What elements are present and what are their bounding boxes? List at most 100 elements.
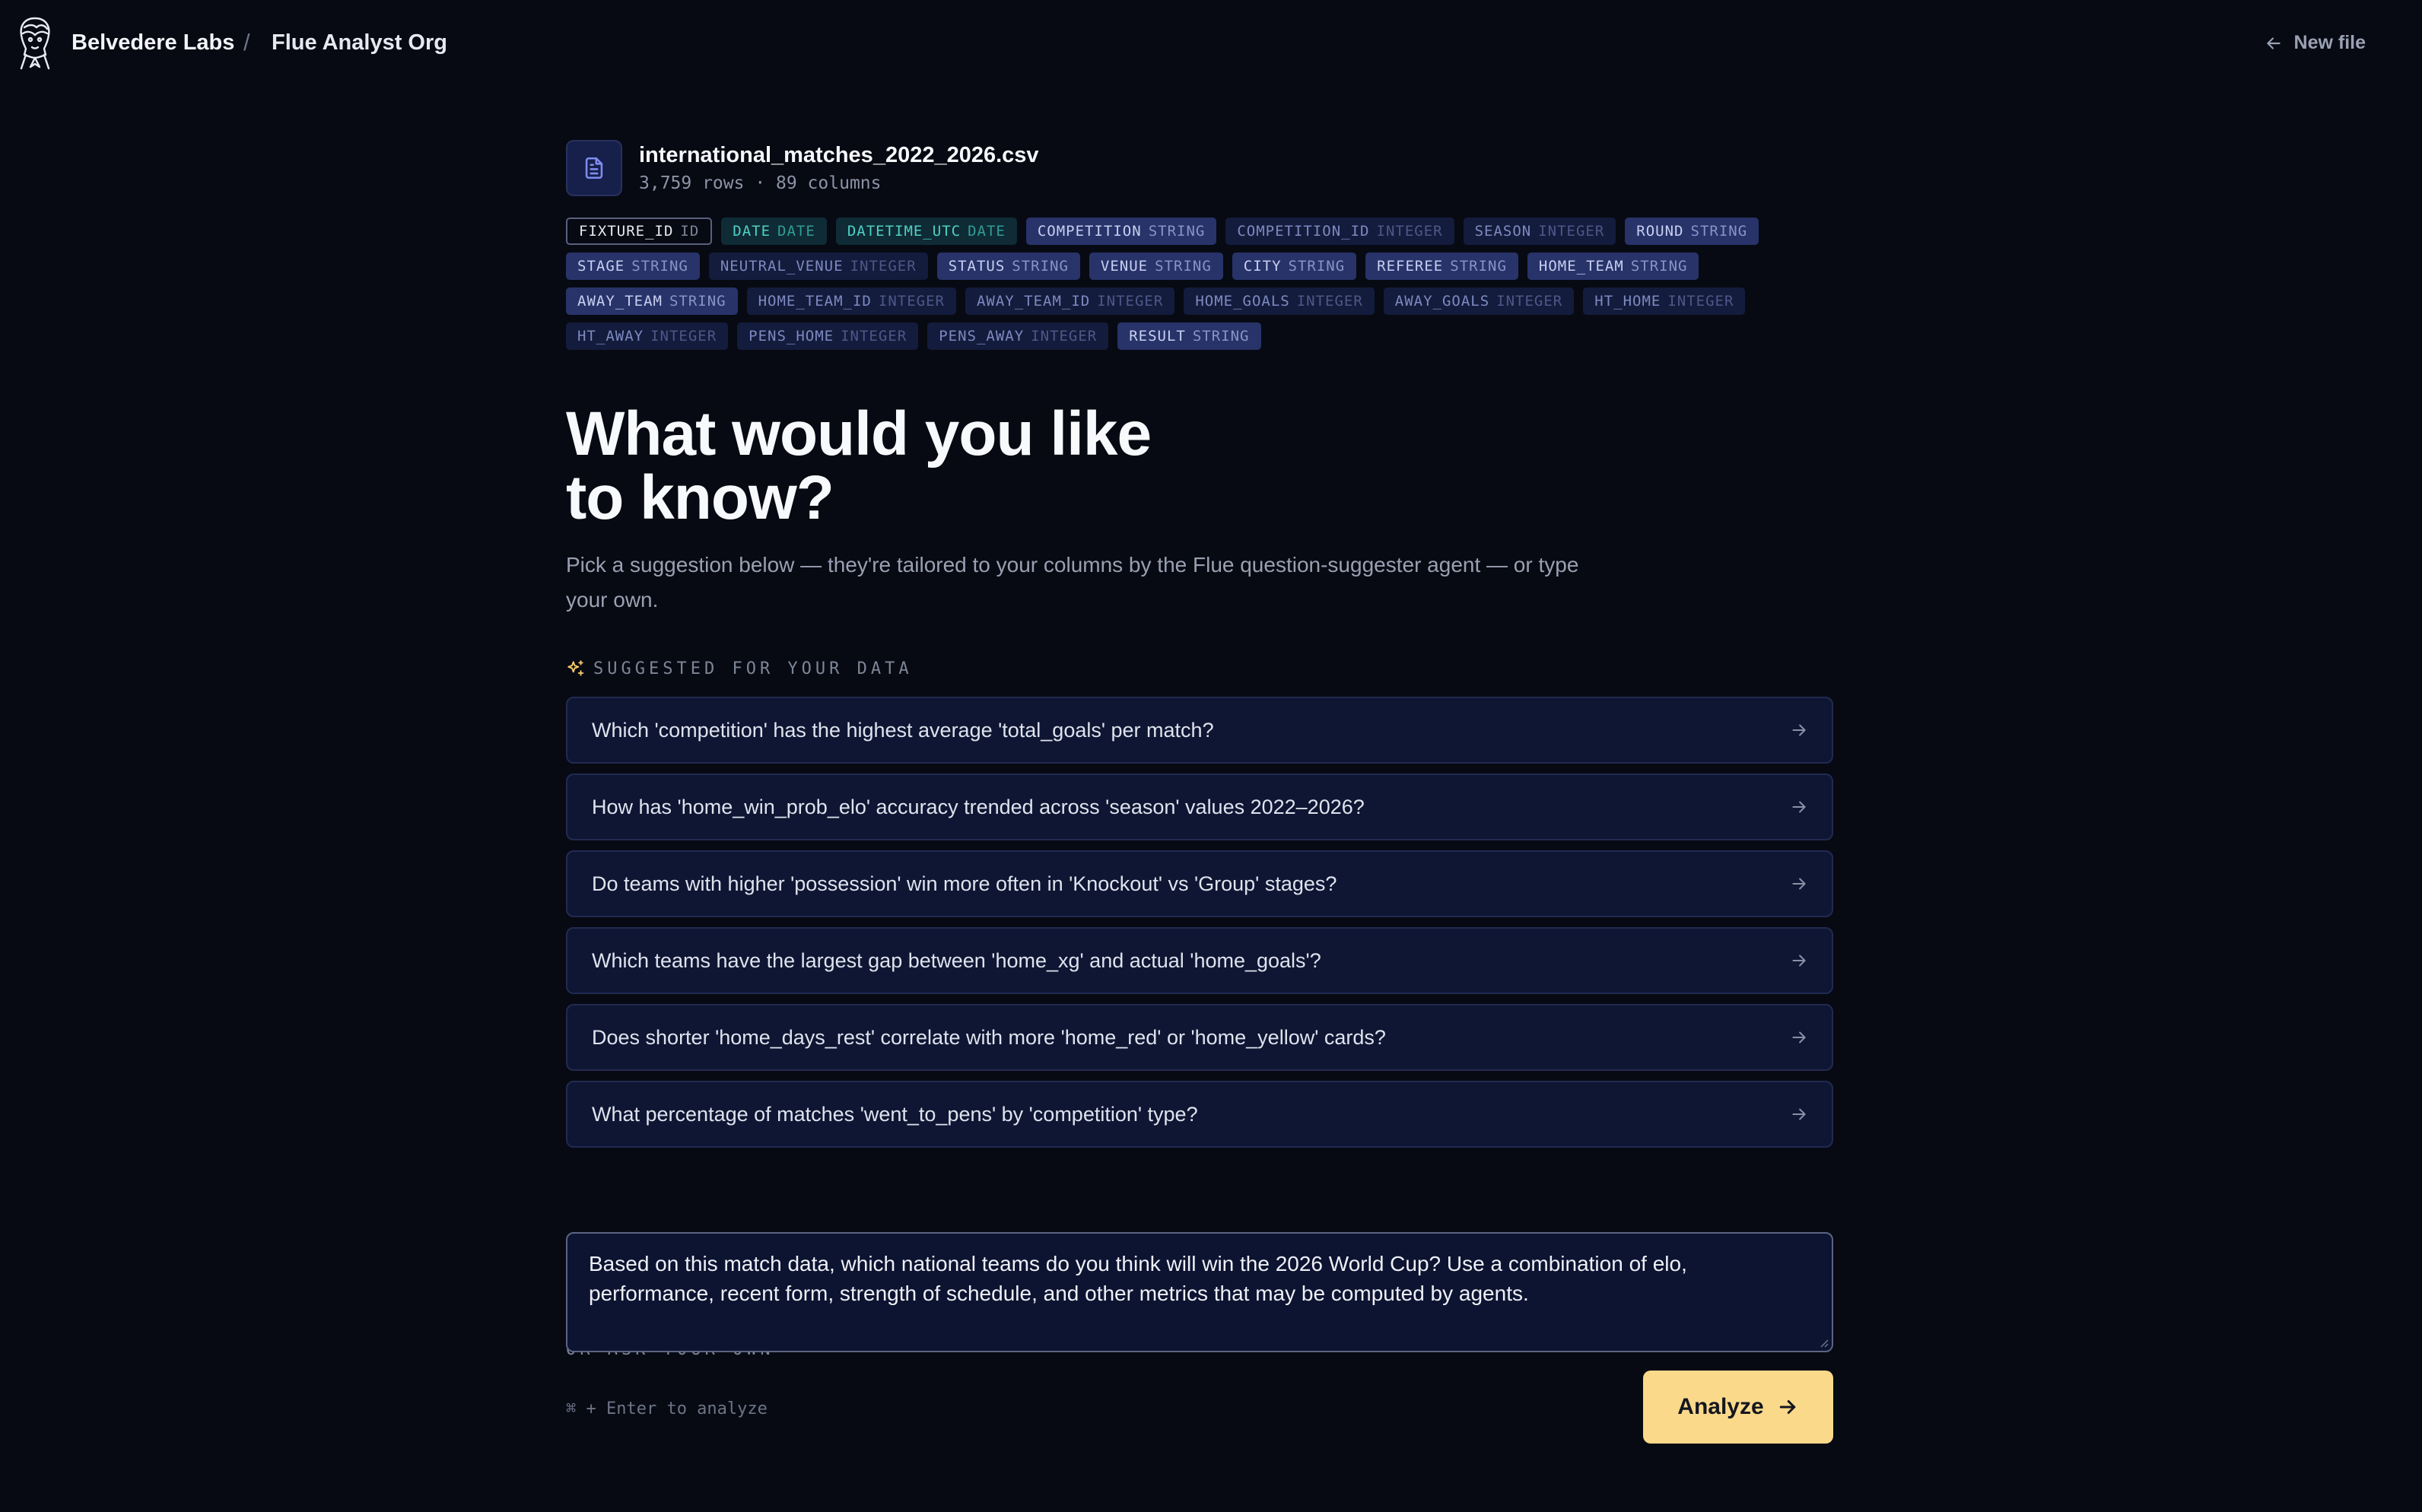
- column-name: VENUE: [1100, 258, 1149, 275]
- column-chip[interactable]: STATUS STRING: [936, 253, 1080, 280]
- column-chip[interactable]: HOME_GOALS INTEGER: [1184, 287, 1375, 315]
- new-file-label: New file: [2293, 32, 2366, 53]
- column-type: INTEGER: [1496, 293, 1563, 310]
- column-type: INTEGER: [650, 328, 717, 345]
- suggestion-text: Which 'competition' has the highest aver…: [592, 719, 1214, 742]
- column-name: HOME_TEAM_ID: [758, 293, 872, 310]
- org-name[interactable]: Belvedere Labs: [72, 30, 234, 56]
- column-name: FIXTURE_ID: [579, 223, 674, 240]
- column-chip[interactable]: AWAY_TEAM STRING: [566, 287, 738, 315]
- analyze-button[interactable]: Analyze: [1643, 1371, 1833, 1444]
- suggestion-card[interactable]: How has 'home_win_prob_elo' accuracy tre…: [566, 773, 1833, 840]
- column-chip[interactable]: HT_AWAY INTEGER: [566, 322, 729, 350]
- analyze-label: Analyze: [1677, 1394, 1764, 1419]
- question-text: Based on this match data, which national…: [589, 1252, 1687, 1305]
- column-type: STRING: [631, 258, 688, 275]
- resize-handle-icon[interactable]: [1818, 1337, 1829, 1348]
- main-content: international_matches_2022_2026.csv 3,75…: [566, 140, 1833, 1444]
- arrow-right-icon: [1792, 955, 1806, 967]
- column-chip[interactable]: PENS_AWAY INTEGER: [927, 322, 1109, 350]
- column-name: AWAY_GOALS: [1394, 293, 1490, 310]
- suggestion-card[interactable]: What percentage of matches 'went_to_pens…: [566, 1081, 1833, 1148]
- arrow-right-icon: [1792, 724, 1806, 736]
- new-file-button[interactable]: New file: [2264, 32, 2366, 54]
- column-type: STRING: [1012, 258, 1069, 275]
- column-chip[interactable]: COMPETITION STRING: [1025, 218, 1217, 245]
- column-name: DATETIME_UTC: [847, 223, 961, 240]
- column-type: INTEGER: [1538, 223, 1605, 240]
- file-header: international_matches_2022_2026.csv 3,75…: [566, 140, 1833, 199]
- suggestion-text: How has 'home_win_prob_elo' accuracy tre…: [592, 796, 1365, 818]
- column-chip[interactable]: RESULT STRING: [1117, 322, 1261, 350]
- column-chip[interactable]: AWAY_GOALS INTEGER: [1383, 287, 1575, 315]
- column-chip[interactable]: CITY STRING: [1232, 253, 1357, 280]
- suggestion-card[interactable]: Does shorter 'home_days_rest' correlate …: [566, 1004, 1833, 1071]
- column-name: SEASON: [1474, 223, 1532, 240]
- column-chip[interactable]: STAGE STRING: [566, 253, 700, 280]
- arrow-left-icon: [2266, 37, 2281, 49]
- column-chip[interactable]: COMPETITION_ID INTEGER: [1225, 218, 1454, 245]
- arrow-right-icon: [1779, 1400, 1795, 1414]
- column-chip[interactable]: ROUND STRING: [1625, 218, 1759, 245]
- column-chip[interactable]: SEASON INTEGER: [1463, 218, 1616, 245]
- column-type: INTEGER: [1667, 293, 1734, 310]
- suggestion-card[interactable]: Do teams with higher 'possession' win mo…: [566, 850, 1833, 917]
- sparkles-icon: [567, 660, 584, 676]
- column-name: HOME_GOALS: [1195, 293, 1290, 310]
- suggestion-card[interactable]: Which teams have the largest gap between…: [566, 927, 1833, 994]
- arrow-right-icon: [1792, 1108, 1806, 1120]
- column-name: ROUND: [1636, 223, 1684, 240]
- column-type: STRING: [1690, 223, 1748, 240]
- column-name: REFEREE: [1377, 258, 1444, 275]
- column-chip[interactable]: DATE DATE: [721, 218, 827, 245]
- column-name: AWAY_TEAM: [577, 293, 663, 310]
- question-textarea[interactable]: Based on this match data, which national…: [566, 1232, 1833, 1352]
- column-chips: FIXTURE_ID ID DATE DATE DATETIME_UTC DATE COMP…: [566, 218, 1833, 350]
- column-name: CITY: [1243, 258, 1282, 275]
- arrow-right-icon: [1792, 878, 1806, 890]
- column-type: INTEGER: [1296, 293, 1363, 310]
- suggestion-card[interactable]: Which 'competition' has the highest aver…: [566, 697, 1833, 764]
- keyboard-hint: ⌘ + Enter to analyze: [566, 1399, 768, 1418]
- project-name[interactable]: Flue Analyst Org: [272, 30, 447, 56]
- column-name: HOME_TEAM: [1538, 258, 1624, 275]
- arrow-right-icon: [1792, 1031, 1806, 1043]
- column-type: STRING: [669, 293, 726, 310]
- column-type: INTEGER: [1097, 293, 1164, 310]
- column-name: AWAY_TEAM_ID: [976, 293, 1091, 310]
- column-type: STRING: [1450, 258, 1507, 275]
- column-name: HT_HOME: [1594, 293, 1661, 310]
- file-name: international_matches_2022_2026.csv: [639, 143, 1039, 167]
- suggestion-list: Which 'competition' has the highest aver…: [566, 697, 1833, 1158]
- column-name: DATE: [733, 223, 771, 240]
- column-chip[interactable]: FIXTURE_ID ID: [566, 218, 713, 245]
- suggestion-text: What percentage of matches 'went_to_pens…: [592, 1103, 1198, 1126]
- column-chip[interactable]: NEUTRAL_VENUE INTEGER: [708, 253, 928, 280]
- suggestion-text: Which teams have the largest gap between…: [592, 949, 1321, 972]
- column-type: INTEGER: [1031, 328, 1098, 345]
- column-chip[interactable]: PENS_HOME INTEGER: [737, 322, 919, 350]
- column-name: HT_AWAY: [577, 328, 644, 345]
- column-name: PENS_AWAY: [939, 328, 1025, 345]
- column-chip[interactable]: AWAY_TEAM_ID INTEGER: [965, 287, 1175, 315]
- file-document-icon: [566, 140, 622, 196]
- logo-icon[interactable]: [15, 15, 55, 71]
- suggested-label-text: SUGGESTED FOR YOUR DATA: [593, 659, 913, 678]
- column-type: INTEGER: [850, 258, 917, 275]
- column-name: NEUTRAL_VENUE: [720, 258, 844, 275]
- column-chip[interactable]: HT_HOME INTEGER: [1583, 287, 1746, 315]
- column-type: INTEGER: [878, 293, 945, 310]
- column-chip[interactable]: DATETIME_UTC DATE: [835, 218, 1017, 245]
- column-type: STRING: [1288, 258, 1346, 275]
- file-meta: 3,759 rows · 89 columns: [639, 173, 882, 193]
- column-chip[interactable]: HOME_TEAM STRING: [1527, 253, 1699, 280]
- arrow-right-icon: [1792, 801, 1806, 813]
- column-chip[interactable]: VENUE STRING: [1089, 253, 1223, 280]
- column-name: STATUS: [948, 258, 1006, 275]
- column-chip[interactable]: REFEREE STRING: [1365, 253, 1518, 280]
- page-subtitle: Pick a suggestion below — they're tailor…: [566, 553, 1579, 611]
- column-name: COMPETITION_ID: [1237, 223, 1370, 240]
- column-name: RESULT: [1129, 328, 1186, 345]
- column-chip[interactable]: HOME_TEAM_ID INTEGER: [746, 287, 956, 315]
- suggested-label: SUGGESTED FOR YOUR DATA: [566, 659, 913, 678]
